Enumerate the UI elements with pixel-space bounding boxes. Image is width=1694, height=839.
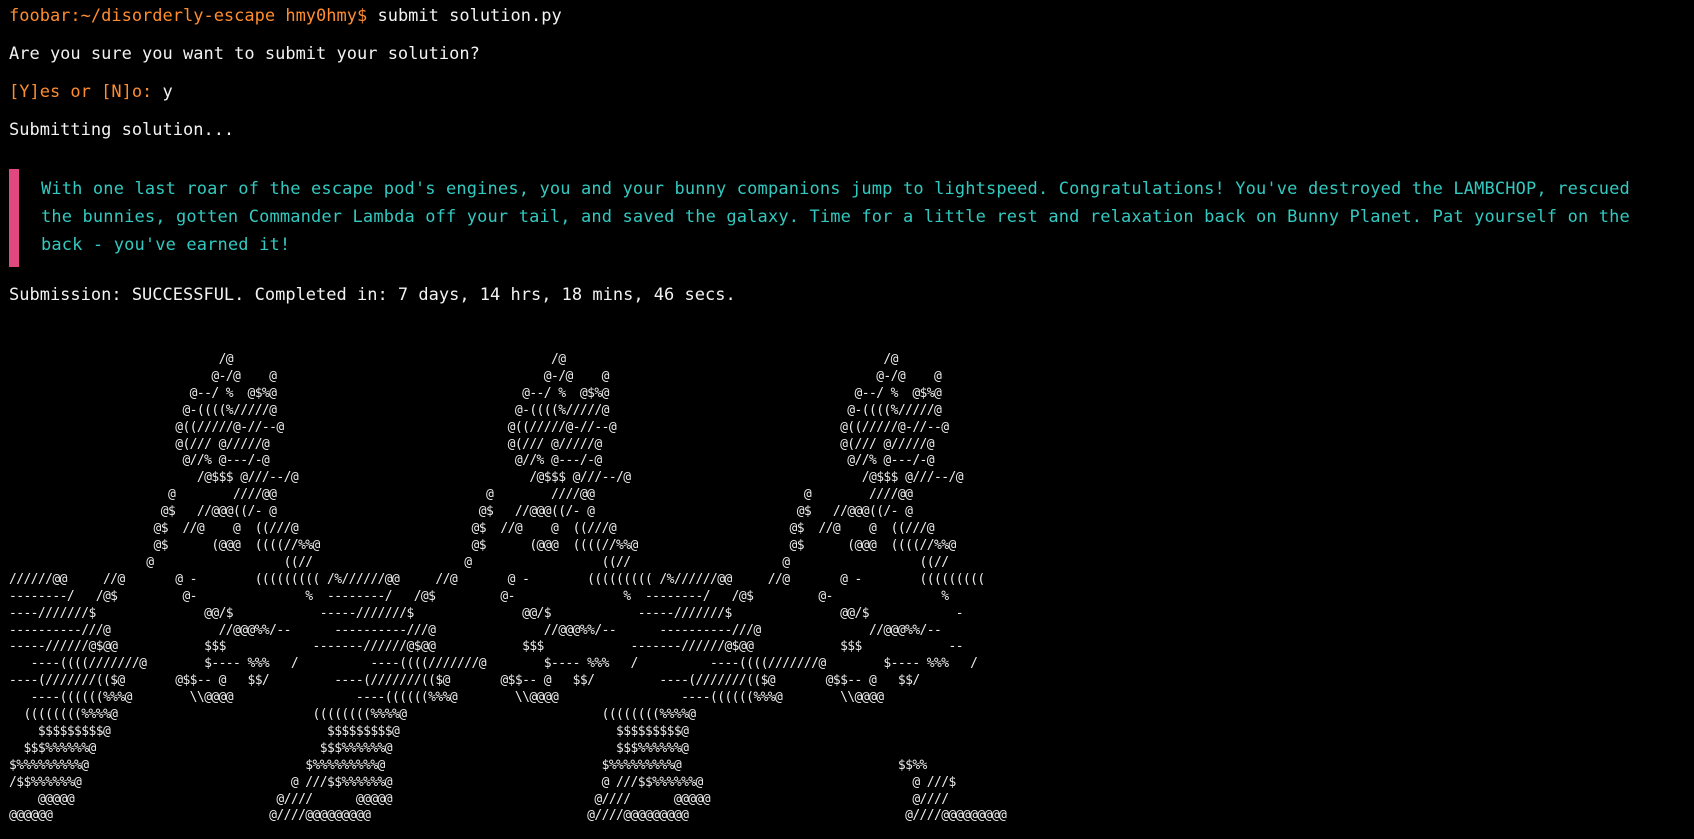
shell-prompt: foobar:~/disorderly-escape hmy0hmy$ [9, 6, 368, 26]
submission-status: Submission: SUCCESSFUL. Completed in: 7 … [9, 285, 736, 305]
success-message-text: With one last roar of the escape pod's e… [41, 179, 1630, 255]
success-message-block: With one last roar of the escape pod's e… [9, 169, 1649, 267]
yn-prompt: [Y]es or [N]o: [9, 82, 153, 102]
terminal-window[interactable]: foobar:~/disorderly-escape hmy0hmy$ subm… [0, 0, 1694, 839]
command-text: submit solution.py [367, 6, 562, 26]
yn-answer: y [152, 82, 173, 102]
yn-line: [Y]es or [N]o: y [9, 81, 173, 103]
bunny-ascii-art: /@ /@ /@ @-/@ @ @-/@ @ @-/@ @ @--/ % @$%… [9, 352, 1007, 824]
submitting-text: Submitting solution... [9, 120, 235, 140]
command-line: foobar:~/disorderly-escape hmy0hmy$ subm… [9, 5, 562, 27]
confirm-question: Are you sure you want to submit your sol… [9, 44, 480, 64]
